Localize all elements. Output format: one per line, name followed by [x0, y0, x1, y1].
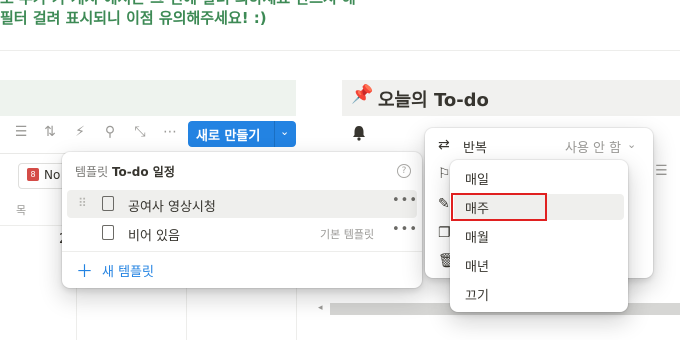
- new-button-divider: [274, 121, 275, 147]
- repeat-option-daily[interactable]: 매일: [454, 165, 624, 191]
- drag-handle-icon[interactable]: ⠿: [78, 196, 87, 210]
- page-icon: [102, 225, 114, 240]
- template-item[interactable]: 비어 있음 기본 템플릿 •••: [67, 219, 417, 247]
- repeat-dropdown: 매일 매주 매월 매년 끄기: [450, 160, 628, 312]
- template-item-label: 비어 있음: [128, 229, 180, 244]
- template-item[interactable]: ⠿ 공여사 영상시청 •••: [67, 190, 417, 218]
- more-icon[interactable]: •••: [392, 222, 418, 237]
- copy-icon[interactable]: ❐: [438, 225, 451, 241]
- search-icon[interactable]: ⚲: [101, 124, 119, 140]
- automation-icon[interactable]: ⚡: [71, 124, 89, 140]
- date-chip-label: No: [44, 168, 61, 182]
- popover-title: 템플릿 To-do 일정: [75, 163, 175, 180]
- new-button[interactable]: 새로 만들기 ⌄: [188, 121, 296, 147]
- callout-title: 오늘의 To-do: [378, 90, 489, 111]
- edit-icon[interactable]: ✎: [438, 196, 450, 212]
- repeat-option-off[interactable]: 끄기: [454, 281, 624, 307]
- popover-title-prefix: 템플릿: [75, 165, 109, 179]
- notice-line-2: 필터 걸려 표시되니 이점 유의해주세요! :): [0, 9, 267, 27]
- default-template-badge: 기본 템플릿: [320, 228, 375, 241]
- option-label: 매일: [465, 173, 489, 188]
- template-item-label: 공여사 영상시청: [128, 200, 216, 215]
- repeat-icon: ⇄: [438, 137, 450, 153]
- repeat-option-yearly[interactable]: 매년: [454, 252, 624, 278]
- scroll-left-icon[interactable]: ◂: [318, 303, 323, 313]
- pushpin-icon: 📌: [351, 84, 374, 105]
- help-icon[interactable]: ?: [397, 164, 411, 178]
- repeat-option-monthly[interactable]: 매월: [454, 223, 624, 249]
- new-button-label: 새로 만들기: [196, 129, 261, 144]
- database-header-band: [0, 80, 296, 116]
- option-label: 매월: [465, 231, 489, 246]
- option-label: 매년: [465, 260, 489, 275]
- divider: [0, 50, 680, 51]
- chevron-down-icon[interactable]: ⌄: [627, 138, 636, 151]
- chevron-down-icon[interactable]: ⌄: [280, 125, 289, 138]
- page-icon: [102, 196, 114, 211]
- highlight-box: [451, 193, 547, 221]
- sort-icon[interactable]: ⇅: [41, 124, 59, 140]
- flag-icon[interactable]: ⚐: [438, 166, 451, 182]
- more-icon[interactable]: •••: [392, 193, 418, 208]
- popover-title-name: To-do 일정: [111, 165, 175, 179]
- template-popover: 템플릿 To-do 일정 ? ⠿ 공여사 영상시청 ••• 비어 있음 기본 템…: [62, 152, 422, 288]
- plus-icon[interactable]: ＋: [76, 257, 93, 282]
- option-label: 끄기: [465, 289, 489, 304]
- column-header: 목: [16, 204, 27, 217]
- repeat-label: 반복: [463, 141, 487, 156]
- filter-icon[interactable]: ☰: [12, 124, 30, 140]
- calendar-icon: 8: [27, 168, 39, 181]
- bell-icon[interactable]: [350, 124, 368, 142]
- popover-divider: [62, 251, 422, 252]
- add-template-button[interactable]: 새 템플릿: [102, 261, 154, 280]
- text-lines-icon: ☰: [655, 163, 668, 179]
- more-icon[interactable]: ⋯: [161, 124, 179, 140]
- repeat-value[interactable]: 사용 안 함: [565, 137, 621, 156]
- expand-icon[interactable]: ⤡: [131, 124, 149, 140]
